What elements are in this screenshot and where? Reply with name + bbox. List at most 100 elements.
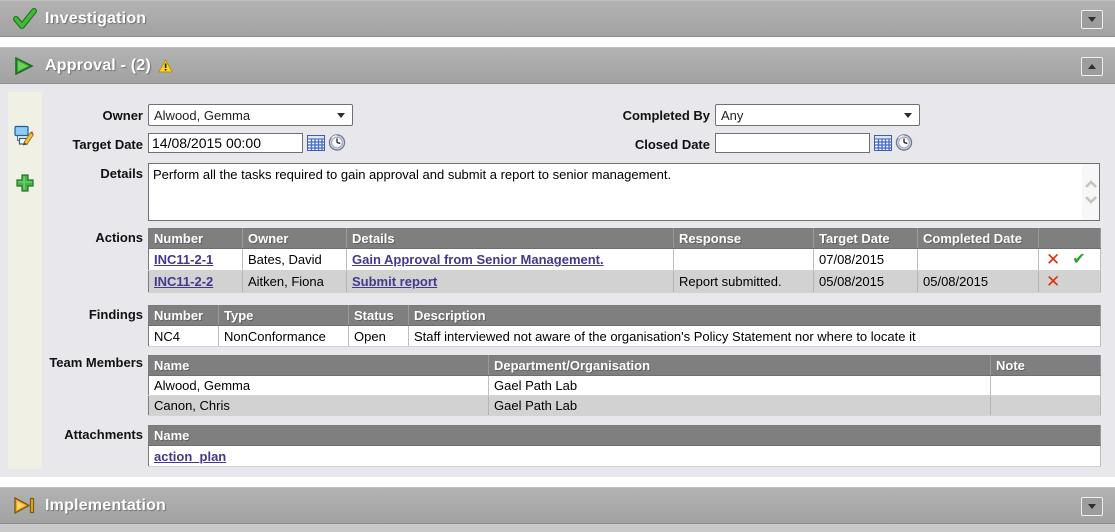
- calendar-icon[interactable]: [874, 134, 892, 152]
- action-target-date: 05/08/2015: [814, 271, 918, 293]
- finding-status: Open: [349, 326, 409, 347]
- details-text: Perform all the tasks required to gain a…: [149, 164, 1081, 220]
- table-row: INC11-2-1 Bates, David Gain Approval fro…: [149, 249, 1101, 271]
- team-members-table: Name Department/Organisation Note Alwood…: [148, 355, 1101, 416]
- chevron-down-icon: [1088, 17, 1096, 22]
- section-title-investigation: Investigation: [45, 10, 146, 28]
- member-name: Canon, Chris: [149, 396, 489, 416]
- target-date-input[interactable]: [148, 133, 303, 153]
- details-label: Details: [48, 166, 143, 181]
- member-department: Gael Path Lab: [489, 396, 991, 416]
- attachments-header-row: Name: [149, 426, 1101, 446]
- completed-by-select-value: Any: [721, 108, 743, 123]
- finding-description: Staff interviewed not aware of the organ…: [409, 326, 1101, 347]
- section-implementation-header[interactable]: Implementation: [0, 487, 1115, 524]
- action-completed-date: [918, 249, 1039, 271]
- owner-label: Owner: [48, 108, 143, 123]
- delete-icon[interactable]: ✕: [1046, 251, 1060, 268]
- action-response: [674, 249, 814, 271]
- col-number: Number: [149, 229, 243, 249]
- col-department: Department/Organisation: [489, 356, 991, 376]
- expand-investigation-button[interactable]: [1081, 10, 1103, 29]
- action-target-date: 07/08/2015: [814, 249, 918, 271]
- col-name: Name: [149, 426, 1101, 446]
- scroll-up-icon[interactable]: [1084, 180, 1098, 188]
- member-department: Gael Path Lab: [489, 376, 991, 396]
- member-note: [991, 376, 1101, 396]
- findings-header-row: Number Type Status Description: [149, 306, 1101, 326]
- col-number: Number: [149, 306, 219, 326]
- col-name: Name: [149, 356, 489, 376]
- completed-check-icon: [13, 8, 37, 30]
- finding-type: NonConformance: [219, 326, 349, 347]
- findings-table: Number Type Status Description NC4 NonCo…: [148, 305, 1101, 347]
- finding-number: NC4: [149, 326, 219, 347]
- table-row: action_plan: [149, 446, 1101, 467]
- warning-icon: [158, 59, 173, 73]
- col-row-actions: [1039, 229, 1101, 249]
- col-target-date: Target Date: [814, 229, 918, 249]
- chevron-down-icon: [1088, 504, 1096, 509]
- action-response: Report submitted.: [674, 271, 814, 293]
- approval-panel: Owner Alwood, Gemma Completed By Any Tar…: [0, 84, 1115, 477]
- col-status: Status: [349, 306, 409, 326]
- completed-by-select[interactable]: Any: [715, 104, 920, 126]
- table-row: INC11-2-2 Aitken, Fiona Submit report Re…: [149, 271, 1101, 293]
- attachment-link[interactable]: action_plan: [154, 449, 226, 464]
- action-details-link[interactable]: Gain Approval from Senior Management.: [352, 252, 604, 267]
- actions-header-row: Number Owner Details Response Target Dat…: [149, 229, 1101, 249]
- member-name: Alwood, Gemma: [149, 376, 489, 396]
- actions-table: Number Owner Details Response Target Dat…: [148, 228, 1101, 293]
- action-number-link[interactable]: INC11-2-2: [154, 274, 213, 289]
- closed-date-input[interactable]: [715, 133, 870, 153]
- attachments-table: Name action_plan: [148, 425, 1101, 467]
- edit-icon[interactable]: [13, 124, 37, 146]
- section-title-implementation: Implementation: [45, 497, 166, 515]
- action-number-link[interactable]: INC11-2-1: [154, 252, 213, 267]
- col-note: Note: [991, 356, 1101, 376]
- clock-icon[interactable]: [895, 133, 913, 151]
- col-response: Response: [674, 229, 814, 249]
- col-description: Description: [409, 306, 1101, 326]
- completed-by-label: Completed By: [560, 108, 710, 123]
- details-scrollbar[interactable]: [1082, 164, 1099, 220]
- team-header-row: Name Department/Organisation Note: [149, 356, 1101, 376]
- calendar-icon[interactable]: [307, 134, 325, 152]
- chevron-down-icon: [337, 113, 345, 118]
- col-owner: Owner: [243, 229, 347, 249]
- pending-step-icon: [13, 495, 37, 517]
- clock-icon[interactable]: [328, 133, 346, 151]
- action-completed-date: 05/08/2015: [918, 271, 1039, 293]
- member-note: [991, 396, 1101, 416]
- target-date-label: Target Date: [48, 137, 143, 152]
- details-textarea[interactable]: Perform all the tasks required to gain a…: [148, 163, 1100, 221]
- owner-select[interactable]: Alwood, Gemma: [148, 104, 353, 126]
- chevron-down-icon: [904, 113, 912, 118]
- table-row: NC4 NonConformance Open Staff interviewe…: [149, 326, 1101, 347]
- owner-select-value: Alwood, Gemma: [154, 108, 250, 123]
- section-approval-header[interactable]: Approval - (2): [0, 47, 1115, 84]
- actions-label: Actions: [48, 230, 143, 245]
- panel-toolbar: [8, 92, 42, 469]
- closed-date-label: Closed Date: [560, 137, 710, 152]
- col-details: Details: [347, 229, 674, 249]
- add-icon[interactable]: [13, 172, 37, 194]
- section-title-approval: Approval - (2): [45, 57, 151, 75]
- chevron-up-icon: [1088, 64, 1096, 69]
- col-type: Type: [219, 306, 349, 326]
- team-members-label: Team Members: [48, 355, 143, 370]
- col-completed-date: Completed Date: [918, 229, 1039, 249]
- expand-implementation-button[interactable]: [1081, 497, 1103, 516]
- delete-icon[interactable]: ✕: [1046, 273, 1060, 290]
- bottom-strip: [0, 524, 1115, 532]
- table-row: Canon, Chris Gael Path Lab: [149, 396, 1101, 416]
- complete-icon[interactable]: ✔: [1072, 252, 1085, 268]
- action-owner: Bates, David: [243, 249, 347, 271]
- findings-label: Findings: [48, 307, 143, 322]
- in-progress-play-icon: [13, 55, 37, 77]
- scroll-down-icon[interactable]: [1084, 196, 1098, 204]
- collapse-approval-button[interactable]: [1081, 57, 1103, 76]
- table-row: Alwood, Gemma Gael Path Lab: [149, 376, 1101, 396]
- section-investigation-header[interactable]: Investigation: [0, 0, 1115, 37]
- action-details-link[interactable]: Submit report: [352, 274, 437, 289]
